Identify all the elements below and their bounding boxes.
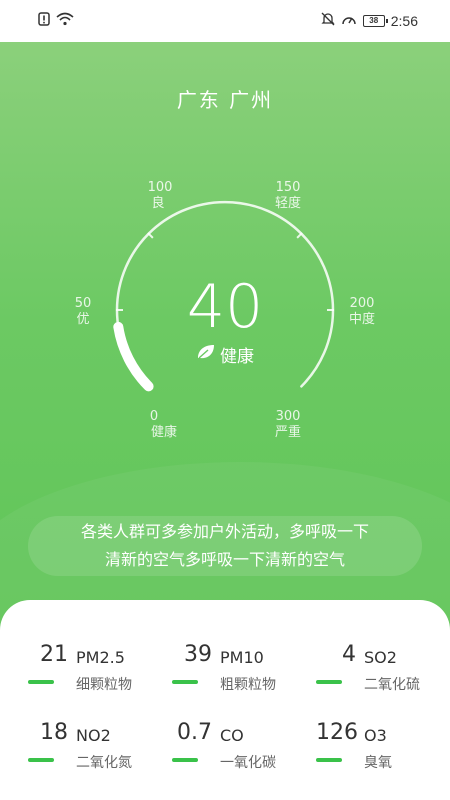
sim-alert-icon <box>38 12 50 31</box>
pollutant-so2[interactable]: 4 SO2 二氧化硫 <box>316 642 446 702</box>
aqi-level-text: 健康 <box>220 347 254 367</box>
health-advice: 各类人群可多参加户外活动，多呼吸一下 清新的空气多呼吸一下清新的空气 <box>28 516 422 576</box>
gauge-tick-number: 150 <box>276 180 301 195</box>
mute-icon <box>321 12 335 29</box>
pollutant-name: CO <box>220 726 244 745</box>
battery-icon: 38 <box>362 14 388 27</box>
pollutant-name: PM10 <box>220 648 264 667</box>
gauge-tick-number: 100 <box>148 180 173 195</box>
pollutant-cn-name: 臭氧 <box>364 755 392 771</box>
pollutant-value: 21 <box>40 642 68 667</box>
pollutant-level-bar <box>316 758 342 762</box>
pollutant-level-bar <box>172 680 198 684</box>
gauge-label-100: 100 良 <box>148 180 173 211</box>
pollutant-cn-name: 一氧化碳 <box>220 755 276 771</box>
leaf-icon <box>196 344 216 365</box>
speed-icon <box>341 12 357 29</box>
pollutant-card: 21 PM2.5 细颗粒物 39 PM10 粗颗粒物 4 SO2 二氧化硫 18… <box>0 600 450 800</box>
pollutant-name: O3 <box>364 726 387 745</box>
pollutant-level-bar <box>316 680 342 684</box>
advice-line-2: 清新的空气多呼吸一下清新的空气 <box>104 550 345 569</box>
pollutant-level-bar <box>172 758 198 762</box>
gauge-tick-label: 轻度 <box>275 195 301 211</box>
wifi-icon <box>56 12 74 31</box>
pollutant-cn-name: 细颗粒物 <box>76 677 132 693</box>
advice-line-1: 各类人群可多参加户外活动，多呼吸一下 <box>80 522 369 541</box>
gauge-tick-label: 严重 <box>275 424 301 440</box>
gauge-label-0: 0 健康 <box>150 409 177 440</box>
pollutant-name: PM2.5 <box>76 648 125 667</box>
pollutant-value: 126 <box>316 720 358 745</box>
pollutant-pm25[interactable]: 21 PM2.5 细颗粒物 <box>28 642 158 702</box>
gauge-label-300: 300 严重 <box>275 409 301 440</box>
pollutant-name: SO2 <box>364 648 397 667</box>
pollutant-value: 0.7 <box>177 720 212 745</box>
pollutant-name: NO2 <box>76 726 111 745</box>
gauge-tick-label: 健康 <box>151 424 177 440</box>
pollutant-level-bar <box>28 680 54 684</box>
clock: 2:56 <box>390 12 418 29</box>
gauge-tick-label: 良 <box>151 195 164 211</box>
pollutant-value: 39 <box>184 642 212 667</box>
pollutant-o3[interactable]: 126 O3 臭氧 <box>316 720 446 780</box>
status-bar: 38 2:56 <box>0 0 450 42</box>
pollutant-co[interactable]: 0.7 CO 一氧化碳 <box>172 720 302 780</box>
pollutant-pm10[interactable]: 39 PM10 粗颗粒物 <box>172 642 302 702</box>
gauge-label-150: 150 轻度 <box>275 180 301 211</box>
pollutant-cn-name: 粗颗粒物 <box>220 677 276 693</box>
pollutant-value: 18 <box>40 720 68 745</box>
pollutant-cn-name: 二氧化硫 <box>364 677 420 693</box>
pollutant-no2[interactable]: 18 NO2 二氧化氮 <box>28 720 158 780</box>
aqi-level: 健康 <box>0 342 450 367</box>
aqi-hero: 广东 广州 0 健康 50 优 100 良 150 轻度 200 中度 300 … <box>0 42 450 662</box>
gauge-tick-number: 300 <box>276 409 301 424</box>
pollutant-level-bar <box>28 758 54 762</box>
gauge-tick-number: 0 <box>150 409 158 424</box>
aqi-value: 40 <box>186 272 264 342</box>
pollutant-cn-name: 二氧化氮 <box>76 755 132 771</box>
battery-level: 38 <box>369 16 379 25</box>
pollutant-value: 4 <box>342 642 356 667</box>
